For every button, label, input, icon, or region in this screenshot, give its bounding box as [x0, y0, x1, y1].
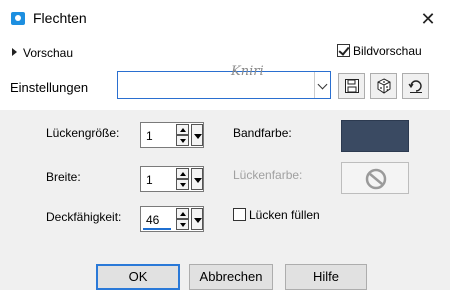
image-preview-checkbox[interactable]: Bildvorschau [337, 44, 422, 58]
watermark-text: Kniri [231, 64, 264, 79]
fill-gaps-label: Lücken füllen [249, 208, 320, 222]
reset-arrow-icon [408, 80, 422, 93]
preview-settings-area: Vorschau Bildvorschau Einstellungen Knir… [0, 38, 450, 110]
gap-size-value: 1 [146, 129, 153, 143]
spin-down-arrow-icon[interactable] [176, 179, 189, 190]
opacity-spinner[interactable]: 46 [140, 206, 204, 232]
disabled-circle-icon [365, 168, 387, 190]
focus-underline [143, 228, 171, 230]
settings-dropdown[interactable] [117, 71, 331, 99]
band-color-swatch[interactable] [341, 120, 409, 152]
fill-gaps-checkbox[interactable]: Lücken füllen [233, 208, 320, 222]
checkbox-unchecked-icon [233, 208, 246, 221]
opacity-value: 46 [146, 213, 160, 227]
ok-button[interactable]: OK [96, 264, 180, 290]
window-title: Flechten [33, 10, 87, 26]
checkbox-checked-icon [337, 44, 350, 57]
spin-down-arrow-icon[interactable] [176, 219, 189, 230]
band-color-label: Bandfarbe: [233, 126, 292, 140]
opacity-label: Deckfähigkeit: [46, 210, 122, 224]
dice-icon [377, 78, 391, 94]
chevron-down-icon[interactable] [314, 72, 330, 98]
settings-label: Einstellungen [10, 80, 89, 95]
expand-triangle-icon [12, 48, 17, 56]
floppy-disk-icon [345, 79, 359, 93]
spin-up-arrow-icon[interactable] [176, 208, 189, 219]
preview-toggle[interactable]: Vorschau [12, 46, 73, 60]
spin-up-arrow-icon[interactable] [176, 168, 189, 179]
gap-color-swatch [341, 162, 409, 194]
parameters-panel: Lückengröße: 1 Breite: 1 Deckfähigkeit: … [0, 110, 450, 290]
help-button[interactable]: Hilfe [285, 264, 367, 290]
close-button[interactable]: ✕ [410, 4, 446, 34]
gap-color-label: Lückenfarbe: [233, 168, 303, 182]
spin-up-arrow-icon[interactable] [176, 124, 189, 135]
gap-size-spinner[interactable]: 1 [140, 122, 204, 148]
title-bar: Flechten ✕ [0, 0, 450, 38]
slider-dropdown-icon[interactable] [191, 168, 203, 190]
slider-dropdown-icon[interactable] [191, 124, 203, 146]
slider-dropdown-icon[interactable] [191, 208, 203, 230]
cancel-button[interactable]: Abbrechen [189, 264, 273, 290]
camera-icon [11, 12, 25, 25]
preview-toggle-label: Vorschau [23, 46, 74, 60]
image-preview-label: Bildvorschau [353, 44, 422, 58]
save-preset-button[interactable] [338, 73, 365, 99]
gap-size-label: Lückengröße: [46, 126, 120, 140]
spin-down-arrow-icon[interactable] [176, 135, 189, 146]
width-label: Breite: [46, 170, 81, 184]
reset-button[interactable] [402, 73, 429, 99]
randomize-button[interactable] [370, 73, 397, 99]
width-spinner[interactable]: 1 [140, 166, 204, 192]
width-value: 1 [146, 173, 153, 187]
